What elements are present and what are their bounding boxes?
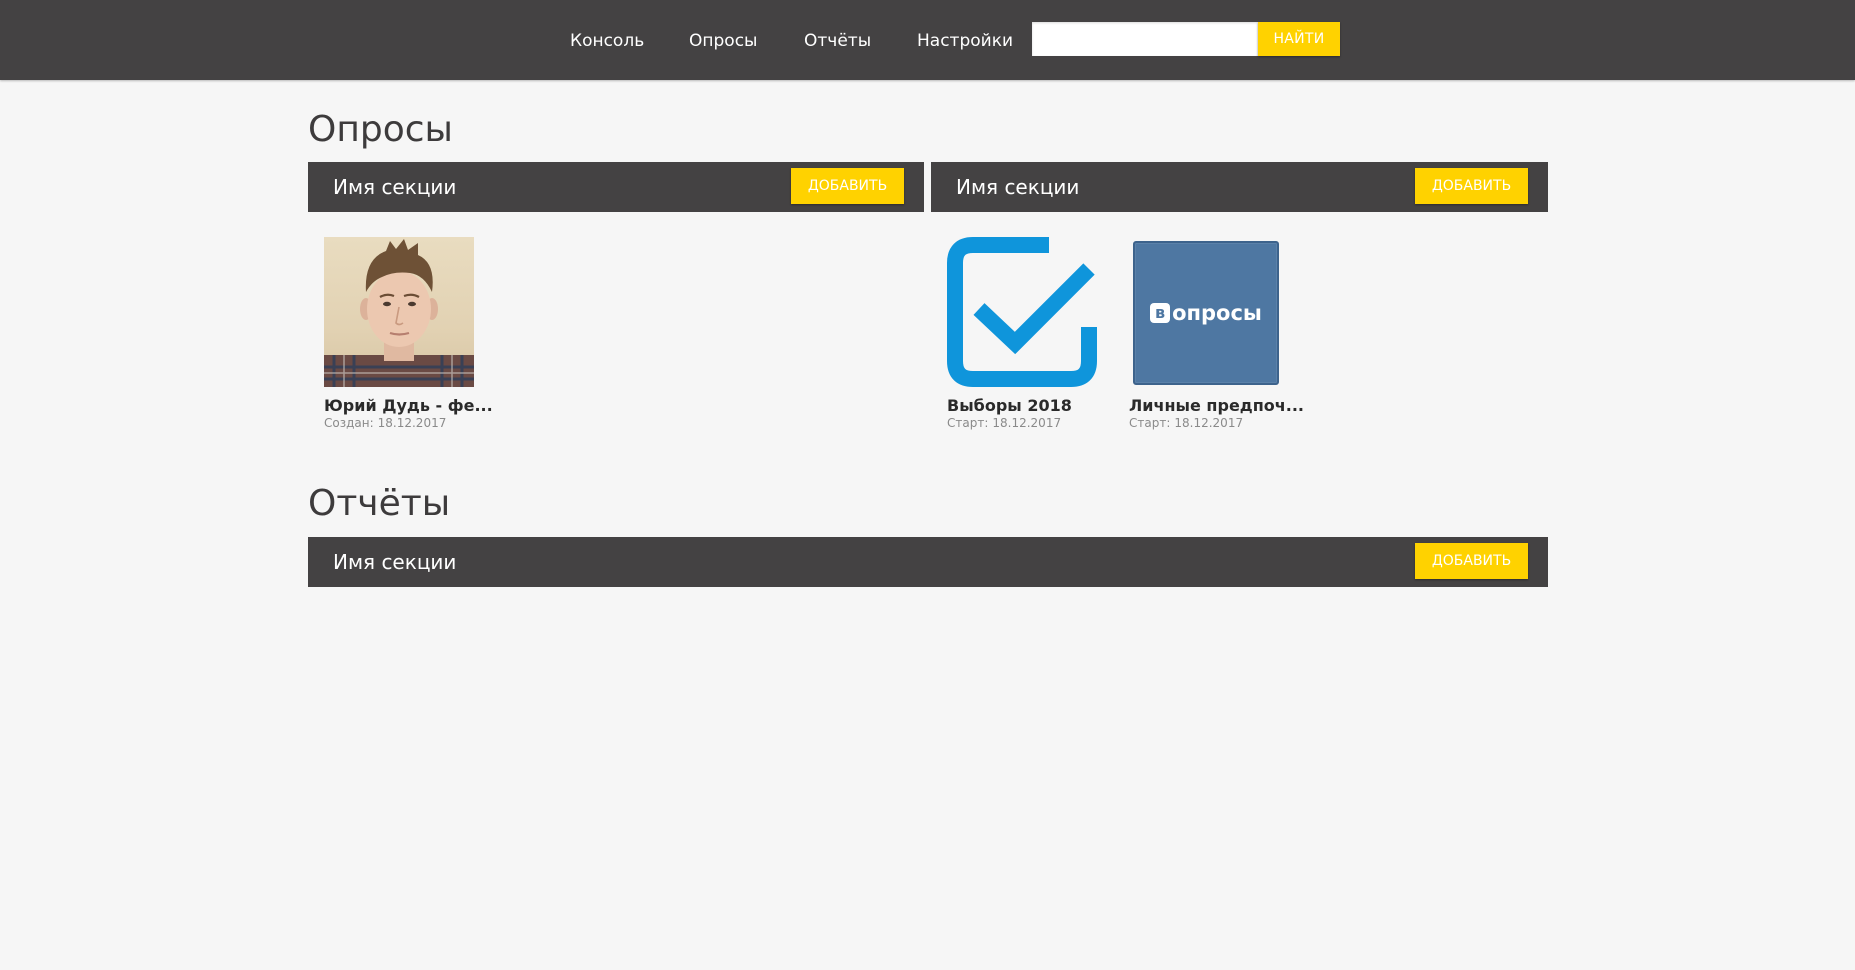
section-title: Имя секции [956,175,1080,199]
card-meta: Старт: 18.12.2017 [1129,415,1243,431]
add-button[interactable]: Добавить [1415,168,1528,204]
polls-section-1-bar: Имя секции Добавить [308,162,924,212]
search-button[interactable]: Найти [1258,22,1340,56]
nav-item-polls[interactable]: Опросы [689,30,757,52]
meta-date: 18.12.2017 [992,416,1062,430]
vk-polls-logo: в опросы [1133,241,1279,385]
polls-heading: Опросы [308,109,453,150]
search-input[interactable] [1032,22,1258,56]
nav-item-settings[interactable]: Настройки [917,30,1013,52]
vk-logo-letter: в [1150,303,1171,323]
card-title: Выборы 2018 [947,396,1072,415]
card-title: Личные предпоч... [1129,396,1304,415]
polls-section-2-bar: Имя секции Добавить [931,162,1548,212]
card-title: Юрий Дудь - фе... [324,396,493,415]
meta-date: 18.12.2017 [1174,416,1244,430]
reports-section-bar: Имя секции Добавить [308,537,1548,587]
checkbox-icon [947,237,1097,387]
poll-card[interactable]: в опросы Личные предпоч... Старт: 18.12.20… [1129,237,1309,430]
add-button[interactable]: Добавить [1415,543,1528,579]
section-title: Имя секции [333,550,457,574]
section-title: Имя секции [333,175,457,199]
top-navbar: Консоль Опросы Отчёты Настройки Найти [0,0,1855,80]
meta-label: Старт: [947,416,989,430]
nav-item-reports[interactable]: Отчёты [804,30,871,52]
add-button[interactable]: Добавить [791,168,904,204]
person-photo [324,237,474,387]
meta-label: Создан: [324,416,374,430]
card-meta: Старт: 18.12.2017 [947,415,1061,431]
vk-logo-text: опросы [1172,301,1262,325]
nav-item-console[interactable]: Консоль [570,30,644,52]
card-meta: Создан: 18.12.2017 [324,415,446,431]
reports-heading: Отчёты [308,483,451,524]
poll-card[interactable]: Юрий Дудь - фе... Создан: 18.12.2017 [324,237,504,430]
meta-label: Старт: [1129,416,1171,430]
meta-date: 18.12.2017 [377,416,447,430]
poll-card[interactable]: Выборы 2018 Старт: 18.12.2017 [947,237,1127,430]
